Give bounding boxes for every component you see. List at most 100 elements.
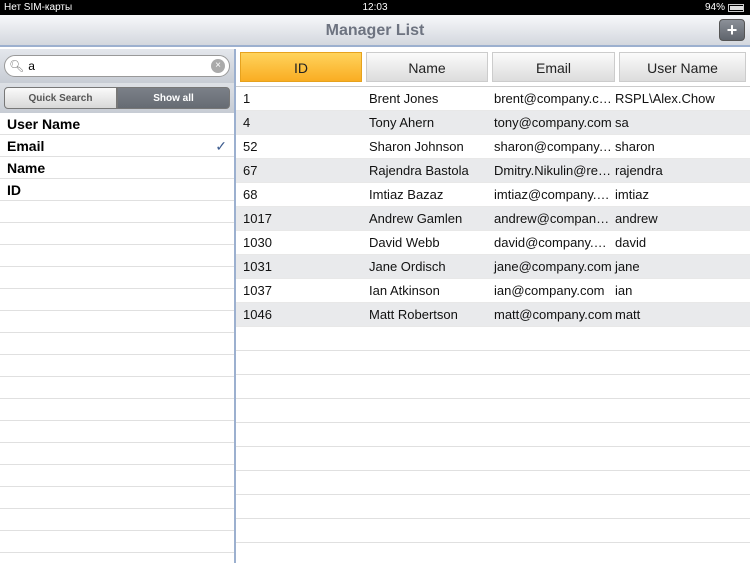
- empty-row: [236, 519, 750, 543]
- clock: 12:03: [362, 2, 388, 13]
- field-label: Email: [7, 138, 45, 154]
- table-row[interactable]: 1046 Matt Robertson matt@company.com matt: [236, 303, 750, 327]
- cell-id: 1037: [243, 283, 272, 298]
- cell-email: andrew@company.com: [494, 211, 613, 226]
- cell-email: matt@company.com: [494, 307, 613, 322]
- page-title: Manager List: [325, 22, 425, 39]
- field-item[interactable]: User Name: [0, 113, 234, 135]
- cell-username: andrew: [615, 211, 658, 226]
- cell-name: Imtiaz Bazaz: [369, 187, 444, 202]
- cell-username: sa: [615, 115, 629, 130]
- cell-username: RSPL\Alex.Chow: [615, 91, 715, 106]
- cell-email: sharon@company.com: [494, 139, 613, 154]
- empty-row: [0, 333, 234, 355]
- cell-email: imtiaz@company.com: [494, 187, 613, 202]
- cell-name: Tony Ahern: [369, 115, 435, 130]
- cell-id: 4: [243, 115, 251, 130]
- add-button[interactable]: +: [719, 19, 745, 41]
- cell-email: Dmitry.Nikulin@recruit.com: [494, 163, 613, 178]
- checkmark-icon: ✓: [215, 138, 227, 154]
- filter-pane: 🔍︎ a × Quick Search Show all User Name Em…: [0, 49, 234, 563]
- table-row[interactable]: 67 Rajendra Bastola Dmitry.Nikulin@recruit…: [236, 159, 750, 183]
- empty-row: [0, 355, 234, 377]
- table-row[interactable]: 1031 Jane Ordisch jane@company.com jane: [236, 255, 750, 279]
- cell-username: imtiaz: [615, 187, 649, 202]
- empty-row: [236, 495, 750, 519]
- table-row[interactable]: 4 Tony Ahern tony@company.com sa: [236, 111, 750, 135]
- table-header: ID Name Email User Name: [236, 49, 750, 87]
- table-row[interactable]: 68 Imtiaz Bazaz imtiaz@company.com imtiaz: [236, 183, 750, 207]
- field-label: User Name: [7, 116, 81, 132]
- table-row[interactable]: 1 Brent Jones brent@company.com RSPL\Alex.C…: [236, 87, 750, 111]
- empty-row: [0, 267, 234, 289]
- empty-row: [236, 471, 750, 495]
- column-header-name[interactable]: Name: [366, 52, 488, 82]
- cell-email: david@company.com: [494, 235, 613, 250]
- clear-icon[interactable]: ×: [211, 59, 225, 73]
- search-value[interactable]: a: [28, 59, 211, 73]
- table-row[interactable]: 1017 Andrew Gamlen andrew@company.comandre…: [236, 207, 750, 231]
- empty-row: [0, 509, 234, 531]
- show-all-segment[interactable]: Show all: [117, 87, 230, 109]
- empty-row: [0, 487, 234, 509]
- column-header-id[interactable]: ID: [240, 52, 362, 82]
- empty-row: [0, 223, 234, 245]
- empty-row: [0, 465, 234, 487]
- cell-username: matt: [615, 307, 641, 322]
- field-item[interactable]: Email ✓: [0, 135, 234, 157]
- cell-name: David Webb: [369, 235, 440, 250]
- cell-name: Matt Robertson: [369, 307, 458, 322]
- field-item[interactable]: Name: [0, 157, 234, 179]
- empty-row: [0, 289, 234, 311]
- cell-name: Rajendra Bastola: [369, 163, 469, 178]
- cell-id: 67: [243, 163, 258, 178]
- table-row[interactable]: 52 Sharon Johnson sharon@company.comsharon: [236, 135, 750, 159]
- empty-row: [0, 399, 234, 421]
- cell-name: Brent Jones: [369, 91, 439, 106]
- column-header-email[interactable]: Email: [492, 52, 615, 82]
- field-item[interactable]: ID: [0, 179, 234, 201]
- cell-username: sharon: [615, 139, 655, 154]
- cell-id: 1017: [243, 211, 272, 226]
- empty-row: [0, 245, 234, 267]
- empty-row: [0, 377, 234, 399]
- cell-username: david: [615, 235, 647, 250]
- column-header-user-name[interactable]: User Name: [619, 52, 746, 82]
- cell-username: rajendra: [615, 163, 663, 178]
- empty-row: [0, 201, 234, 223]
- cell-email: jane@company.com: [494, 259, 612, 274]
- cell-id: 1046: [243, 307, 272, 322]
- cell-name: Andrew Gamlen: [369, 211, 463, 226]
- cell-email: ian@company.com: [494, 283, 605, 298]
- empty-row: [236, 399, 750, 423]
- field-label: ID: [7, 182, 21, 198]
- battery-icon: [728, 3, 744, 12]
- search-input[interactable]: 🔍︎ a ×: [4, 55, 230, 77]
- empty-row: [236, 375, 750, 399]
- cell-id: 1030: [243, 235, 272, 250]
- search-icon: 🔍︎: [9, 59, 25, 73]
- cell-id: 1: [243, 91, 251, 106]
- cell-id: 68: [243, 187, 258, 202]
- nav-bar: Manager List +: [0, 15, 750, 47]
- cell-id: 52: [243, 139, 258, 154]
- status-bar: Нет SIM-карты 12:03 94%: [0, 0, 750, 15]
- cell-email: brent@company.com: [494, 91, 613, 106]
- empty-row: [0, 311, 234, 333]
- empty-row: [236, 327, 750, 351]
- manager-table: ID Name Email User Name 1 Brent Jones brent@c…: [236, 49, 750, 563]
- quick-search-segment[interactable]: Quick Search: [4, 87, 117, 109]
- search-mode-segmented: Quick Search Show all: [0, 83, 234, 113]
- field-label: Name: [7, 160, 46, 176]
- cell-name: Jane Ordisch: [369, 259, 446, 274]
- empty-row: [0, 443, 234, 465]
- cell-name: Sharon Johnson: [369, 139, 464, 154]
- empty-row: [0, 421, 234, 443]
- cell-username: ian: [615, 283, 633, 298]
- empty-row: [0, 531, 234, 553]
- table-row[interactable]: 1037 Ian Atkinson ian@company.com ian: [236, 279, 750, 303]
- empty-row: [236, 423, 750, 447]
- table-row[interactable]: 1030 David Webb david@company.com david: [236, 231, 750, 255]
- cell-email: tony@company.com: [494, 115, 612, 130]
- cell-username: jane: [615, 259, 640, 274]
